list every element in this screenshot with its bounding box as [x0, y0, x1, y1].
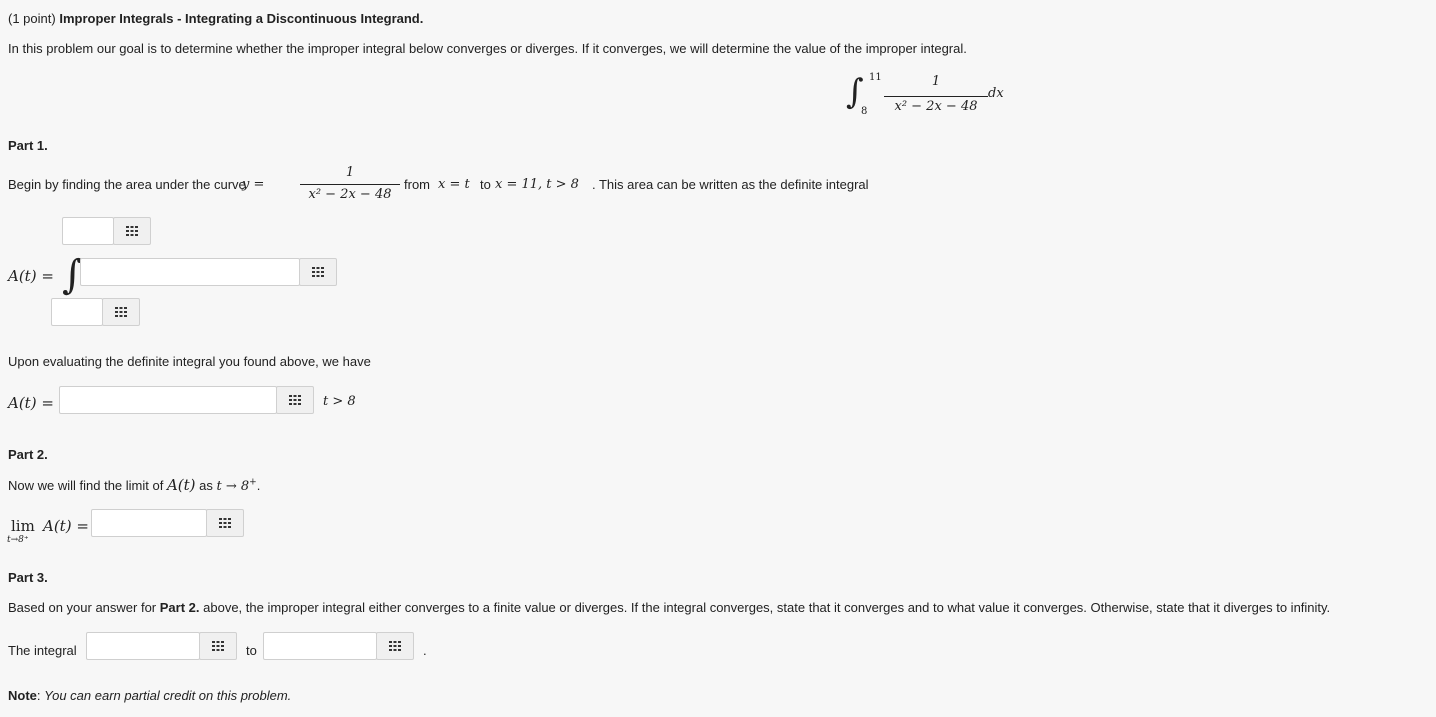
integrand-numerator: 1 [931, 74, 941, 89]
limit-palette-button[interactable] [206, 509, 244, 537]
integral-upper: 11 [869, 72, 882, 83]
note-text: You can earn partial credit on this prob… [44, 688, 292, 703]
part2-period: . [256, 478, 261, 493]
note-colon: : [36, 688, 41, 703]
integral-lower: 8 [861, 106, 868, 117]
upper-limit-input[interactable] [62, 217, 114, 245]
part1-heading: Part 1. [8, 138, 48, 153]
lower-limit-palette-button[interactable] [102, 298, 140, 326]
evaluating-text: Upon evaluating the definite integral yo… [8, 354, 371, 369]
grid-icon [115, 307, 127, 317]
problem-header: (1 point) Improper Integrals - Integrati… [8, 11, 423, 26]
problem-title: Improper Integrals - Integrating a Disco… [59, 11, 424, 26]
part1-y-eq: y = [242, 177, 265, 192]
part3-text-pre: Based on your answer for [8, 600, 157, 615]
part1-to: to [480, 177, 491, 192]
lim-subscript: t→8⁺ [7, 535, 29, 545]
upper-limit-palette-button[interactable] [113, 217, 151, 245]
part2-A-t: A(t) [166, 476, 196, 494]
A-t-label-2: A(t) = [8, 394, 54, 412]
part1-from: from [404, 177, 430, 192]
grid-icon [312, 267, 324, 277]
grid-icon [389, 641, 401, 651]
integrand-dx: dx [988, 86, 1004, 101]
curve-fraction-bar [300, 184, 400, 185]
part1-x-eq-t: x = t [438, 177, 470, 192]
integrand-denominator: x² − 2x − 48 [894, 99, 978, 114]
part2-text: Now we will find the limit of A(t) as t … [8, 476, 260, 494]
part1-x-eq-11: x = 11, t > 8 [495, 177, 579, 192]
part2-plus-sup: + [249, 477, 257, 488]
value-input[interactable] [263, 632, 377, 660]
to-label: to [246, 643, 257, 658]
part1-text-after: . This area can be written as the defini… [592, 177, 869, 192]
part1-text-before: Begin by finding the area under the curv… [8, 177, 246, 192]
part3-text-post: above, the improper integral either conv… [203, 600, 1331, 615]
value-palette-button[interactable] [376, 632, 414, 660]
intro-text: In this problem our goal is to determine… [8, 41, 967, 56]
curve-fraction: 1 x² − 2x − 48 [300, 165, 400, 205]
converges-diverges-palette-button[interactable] [199, 632, 237, 660]
A-t-expression-palette-button[interactable] [276, 386, 314, 414]
limit-input[interactable] [91, 509, 207, 537]
curve-numerator: 1 [345, 165, 355, 180]
t-condition: t > 8 [323, 394, 356, 409]
part3-heading: Part 3. [8, 570, 48, 585]
integrand-palette-button[interactable] [299, 258, 337, 286]
grid-icon [289, 395, 301, 405]
part2-as: as [199, 478, 213, 493]
grid-icon [212, 641, 224, 651]
fraction-bar [884, 96, 988, 97]
note: Note: You can earn partial credit on thi… [8, 688, 291, 703]
grid-icon [219, 518, 231, 528]
part2-t-arrow: t → 8 [216, 479, 250, 494]
lower-limit-input[interactable] [51, 298, 103, 326]
grid-icon [126, 226, 138, 236]
A-t-label: A(t) = [8, 267, 54, 285]
integrand-input[interactable] [80, 258, 300, 286]
part2-heading: Part 2. [8, 447, 48, 462]
part3-period: . [423, 643, 427, 658]
part3-text: Based on your answer for Part 2. above, … [8, 600, 1330, 615]
A-t-expression-input[interactable] [59, 386, 277, 414]
note-label: Note [8, 688, 37, 703]
the-integral-label: The integral [8, 643, 77, 658]
converges-diverges-input[interactable] [86, 632, 200, 660]
lim-label: lim [11, 517, 35, 535]
points-label: (1 point) [8, 11, 56, 26]
integrand-fraction: 1 x² − 2x − 48 [884, 74, 988, 114]
part2-text-start: Now we will find the limit of [8, 478, 164, 493]
part3-text-bold: Part 2. [159, 600, 200, 615]
curve-denominator: x² − 2x − 48 [308, 187, 392, 202]
lim-A-t-label: A(t) = [43, 517, 89, 535]
